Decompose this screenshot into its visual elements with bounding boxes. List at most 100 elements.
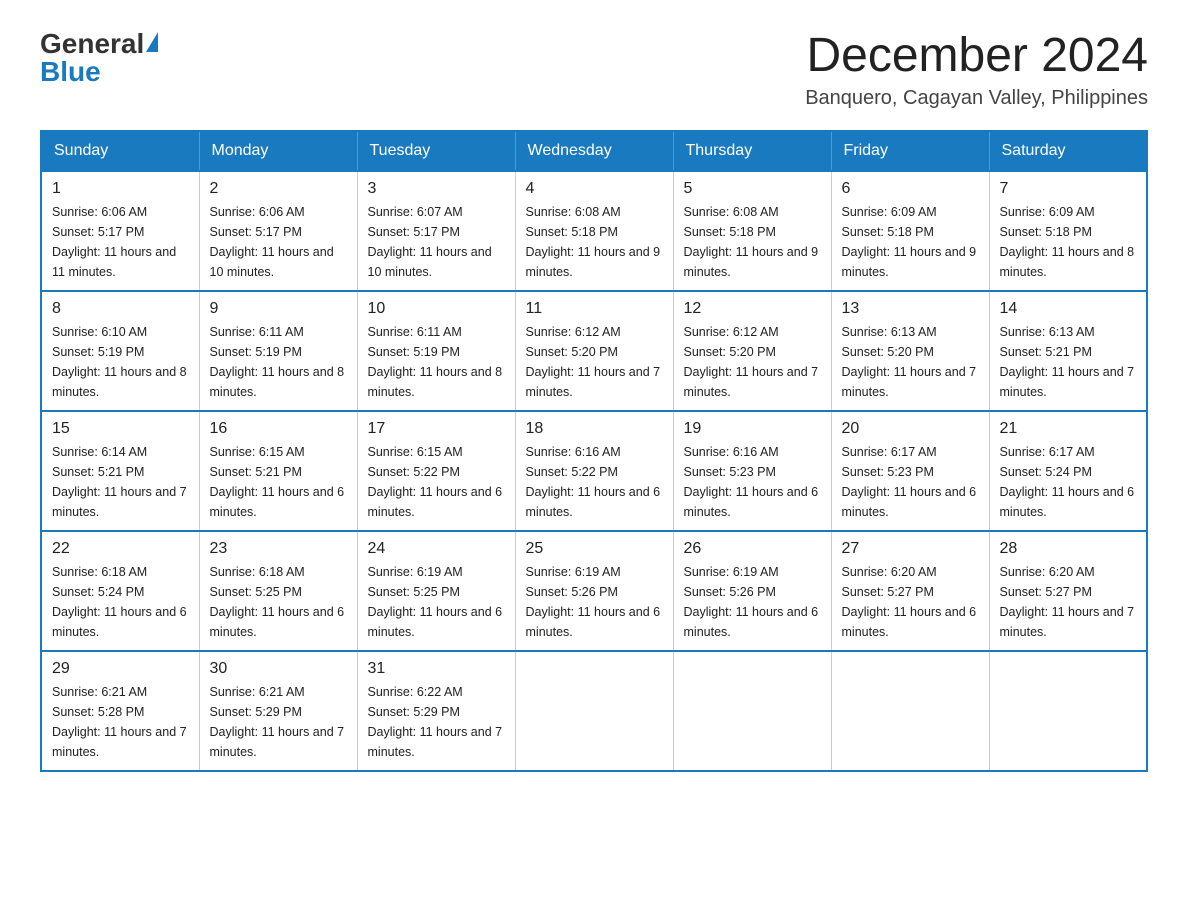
- day-number: 27: [842, 540, 979, 558]
- day-cell: 9 Sunrise: 6:11 AMSunset: 5:19 PMDaylight…: [199, 291, 357, 411]
- day-number: 12: [684, 300, 821, 318]
- week-row-4: 22 Sunrise: 6:18 AMSunset: 5:24 PMDayligh…: [41, 531, 1147, 651]
- day-number: 17: [368, 420, 505, 438]
- day-info: Sunrise: 6:11 AMSunset: 5:19 PMDaylight:…: [210, 322, 347, 402]
- day-info: Sunrise: 6:06 AMSunset: 5:17 PMDaylight:…: [52, 202, 189, 282]
- day-number: 26: [684, 540, 821, 558]
- week-row-1: 1 Sunrise: 6:06 AMSunset: 5:17 PMDaylight…: [41, 171, 1147, 291]
- day-number: 7: [1000, 180, 1137, 198]
- logo-blue-label: Blue: [40, 56, 101, 87]
- day-number: 10: [368, 300, 505, 318]
- day-number: 23: [210, 540, 347, 558]
- day-cell: 15Sunrise: 6:14 AMSunset: 5:21 PMDayligh…: [41, 411, 199, 531]
- day-cell: 7 Sunrise: 6:09 AMSunset: 5:18 PMDaylight…: [989, 171, 1147, 291]
- day-cell: 20Sunrise: 6:17 AMSunset: 5:23 PMDayligh…: [831, 411, 989, 531]
- day-number: 2: [210, 180, 347, 198]
- day-info: Sunrise: 6:09 AMSunset: 5:18 PMDaylight:…: [842, 202, 979, 282]
- day-cell: 18 Sunrise: 6:16 AMSunset: 5:22 PMDayligh…: [515, 411, 673, 531]
- day-number: 25: [526, 540, 663, 558]
- day-number: 28: [1000, 540, 1137, 558]
- day-cell: [673, 651, 831, 771]
- day-number: 31: [368, 660, 505, 678]
- day-cell: 31 Sunrise: 6:22 AMSunset: 5:29 PMDayligh…: [357, 651, 515, 771]
- day-info: Sunrise: 6:18 AMSunset: 5:25 PMDaylight:…: [210, 562, 347, 642]
- logo-general-text: General: [40, 30, 144, 58]
- day-info: Sunrise: 6:07 AMSunset: 5:17 PMDaylight:…: [368, 202, 505, 282]
- day-info: Sunrise: 6:20 AMSunset: 5:27 PMDaylight:…: [1000, 562, 1137, 642]
- day-cell: 29Sunrise: 6:21 AMSunset: 5:28 PMDayligh…: [41, 651, 199, 771]
- day-cell: 4 Sunrise: 6:08 AMSunset: 5:18 PMDaylight…: [515, 171, 673, 291]
- logo-triangle-icon: [146, 32, 158, 52]
- week-row-5: 29Sunrise: 6:21 AMSunset: 5:28 PMDayligh…: [41, 651, 1147, 771]
- day-info: Sunrise: 6:13 AMSunset: 5:20 PMDaylight:…: [842, 322, 979, 402]
- day-info: Sunrise: 6:19 AMSunset: 5:26 PMDaylight:…: [684, 562, 821, 642]
- day-info: Sunrise: 6:16 AMSunset: 5:22 PMDaylight:…: [526, 442, 663, 522]
- calendar-body: 1 Sunrise: 6:06 AMSunset: 5:17 PMDaylight…: [41, 171, 1147, 771]
- day-cell: 10 Sunrise: 6:11 AMSunset: 5:19 PMDayligh…: [357, 291, 515, 411]
- header-cell-thursday: Thursday: [673, 131, 831, 171]
- day-info: Sunrise: 6:21 AMSunset: 5:28 PMDaylight:…: [52, 682, 189, 762]
- day-cell: 11 Sunrise: 6:12 AMSunset: 5:20 PMDayligh…: [515, 291, 673, 411]
- day-info: Sunrise: 6:09 AMSunset: 5:18 PMDaylight:…: [1000, 202, 1137, 282]
- day-info: Sunrise: 6:12 AMSunset: 5:20 PMDaylight:…: [684, 322, 821, 402]
- day-cell: 26 Sunrise: 6:19 AMSunset: 5:26 PMDayligh…: [673, 531, 831, 651]
- day-cell: 28 Sunrise: 6:20 AMSunset: 5:27 PMDayligh…: [989, 531, 1147, 651]
- month-title: December 2024: [805, 30, 1148, 83]
- day-number: 1: [52, 180, 189, 198]
- calendar-header: SundayMondayTuesdayWednesdayThursdayFrid…: [41, 131, 1147, 171]
- day-number: 15: [52, 420, 189, 438]
- day-number: 3: [368, 180, 505, 198]
- day-number: 6: [842, 180, 979, 198]
- day-cell: [989, 651, 1147, 771]
- day-cell: 2Sunrise: 6:06 AMSunset: 5:17 PMDaylight…: [199, 171, 357, 291]
- day-number: 18: [526, 420, 663, 438]
- day-number: 22: [52, 540, 189, 558]
- header-cell-tuesday: Tuesday: [357, 131, 515, 171]
- calendar-table: SundayMondayTuesdayWednesdayThursdayFrid…: [40, 130, 1148, 772]
- header-cell-saturday: Saturday: [989, 131, 1147, 171]
- day-cell: 23 Sunrise: 6:18 AMSunset: 5:25 PMDayligh…: [199, 531, 357, 651]
- day-cell: 30Sunrise: 6:21 AMSunset: 5:29 PMDayligh…: [199, 651, 357, 771]
- day-number: 13: [842, 300, 979, 318]
- header-cell-monday: Monday: [199, 131, 357, 171]
- day-cell: 17 Sunrise: 6:15 AMSunset: 5:22 PMDayligh…: [357, 411, 515, 531]
- day-info: Sunrise: 6:11 AMSunset: 5:19 PMDaylight:…: [368, 322, 505, 402]
- day-cell: 6 Sunrise: 6:09 AMSunset: 5:18 PMDaylight…: [831, 171, 989, 291]
- location-subtitle: Banquero, Cagayan Valley, Philippines: [805, 87, 1148, 110]
- day-cell: 21Sunrise: 6:17 AMSunset: 5:24 PMDayligh…: [989, 411, 1147, 531]
- header-cell-wednesday: Wednesday: [515, 131, 673, 171]
- day-info: Sunrise: 6:21 AMSunset: 5:29 PMDaylight:…: [210, 682, 347, 762]
- day-cell: 3 Sunrise: 6:07 AMSunset: 5:17 PMDaylight…: [357, 171, 515, 291]
- week-row-2: 8 Sunrise: 6:10 AMSunset: 5:19 PMDaylight…: [41, 291, 1147, 411]
- day-cell: 5Sunrise: 6:08 AMSunset: 5:18 PMDaylight…: [673, 171, 831, 291]
- page-header: General Blue December 2024 Banquero, Cag…: [40, 30, 1148, 110]
- day-number: 5: [684, 180, 821, 198]
- day-number: 4: [526, 180, 663, 198]
- day-cell: [831, 651, 989, 771]
- day-info: Sunrise: 6:10 AMSunset: 5:19 PMDaylight:…: [52, 322, 189, 402]
- week-row-3: 15Sunrise: 6:14 AMSunset: 5:21 PMDayligh…: [41, 411, 1147, 531]
- day-cell: 8 Sunrise: 6:10 AMSunset: 5:19 PMDaylight…: [41, 291, 199, 411]
- day-number: 24: [368, 540, 505, 558]
- day-number: 19: [684, 420, 821, 438]
- day-number: 8: [52, 300, 189, 318]
- header-row: SundayMondayTuesdayWednesdayThursdayFrid…: [41, 131, 1147, 171]
- logo: General Blue: [40, 30, 158, 86]
- day-number: 9: [210, 300, 347, 318]
- header-cell-sunday: Sunday: [41, 131, 199, 171]
- header-cell-friday: Friday: [831, 131, 989, 171]
- logo-blue-text: Blue: [40, 58, 158, 86]
- day-number: 11: [526, 300, 663, 318]
- day-info: Sunrise: 6:17 AMSunset: 5:24 PMDaylight:…: [1000, 442, 1137, 522]
- day-number: 20: [842, 420, 979, 438]
- day-info: Sunrise: 6:22 AMSunset: 5:29 PMDaylight:…: [368, 682, 505, 762]
- day-cell: 13 Sunrise: 6:13 AMSunset: 5:20 PMDayligh…: [831, 291, 989, 411]
- day-info: Sunrise: 6:15 AMSunset: 5:22 PMDaylight:…: [368, 442, 505, 522]
- day-info: Sunrise: 6:08 AMSunset: 5:18 PMDaylight:…: [526, 202, 663, 282]
- day-cell: 16Sunrise: 6:15 AMSunset: 5:21 PMDayligh…: [199, 411, 357, 531]
- day-info: Sunrise: 6:12 AMSunset: 5:20 PMDaylight:…: [526, 322, 663, 402]
- day-info: Sunrise: 6:18 AMSunset: 5:24 PMDaylight:…: [52, 562, 189, 642]
- day-info: Sunrise: 6:15 AMSunset: 5:21 PMDaylight:…: [210, 442, 347, 522]
- day-info: Sunrise: 6:13 AMSunset: 5:21 PMDaylight:…: [1000, 322, 1137, 402]
- day-info: Sunrise: 6:16 AMSunset: 5:23 PMDaylight:…: [684, 442, 821, 522]
